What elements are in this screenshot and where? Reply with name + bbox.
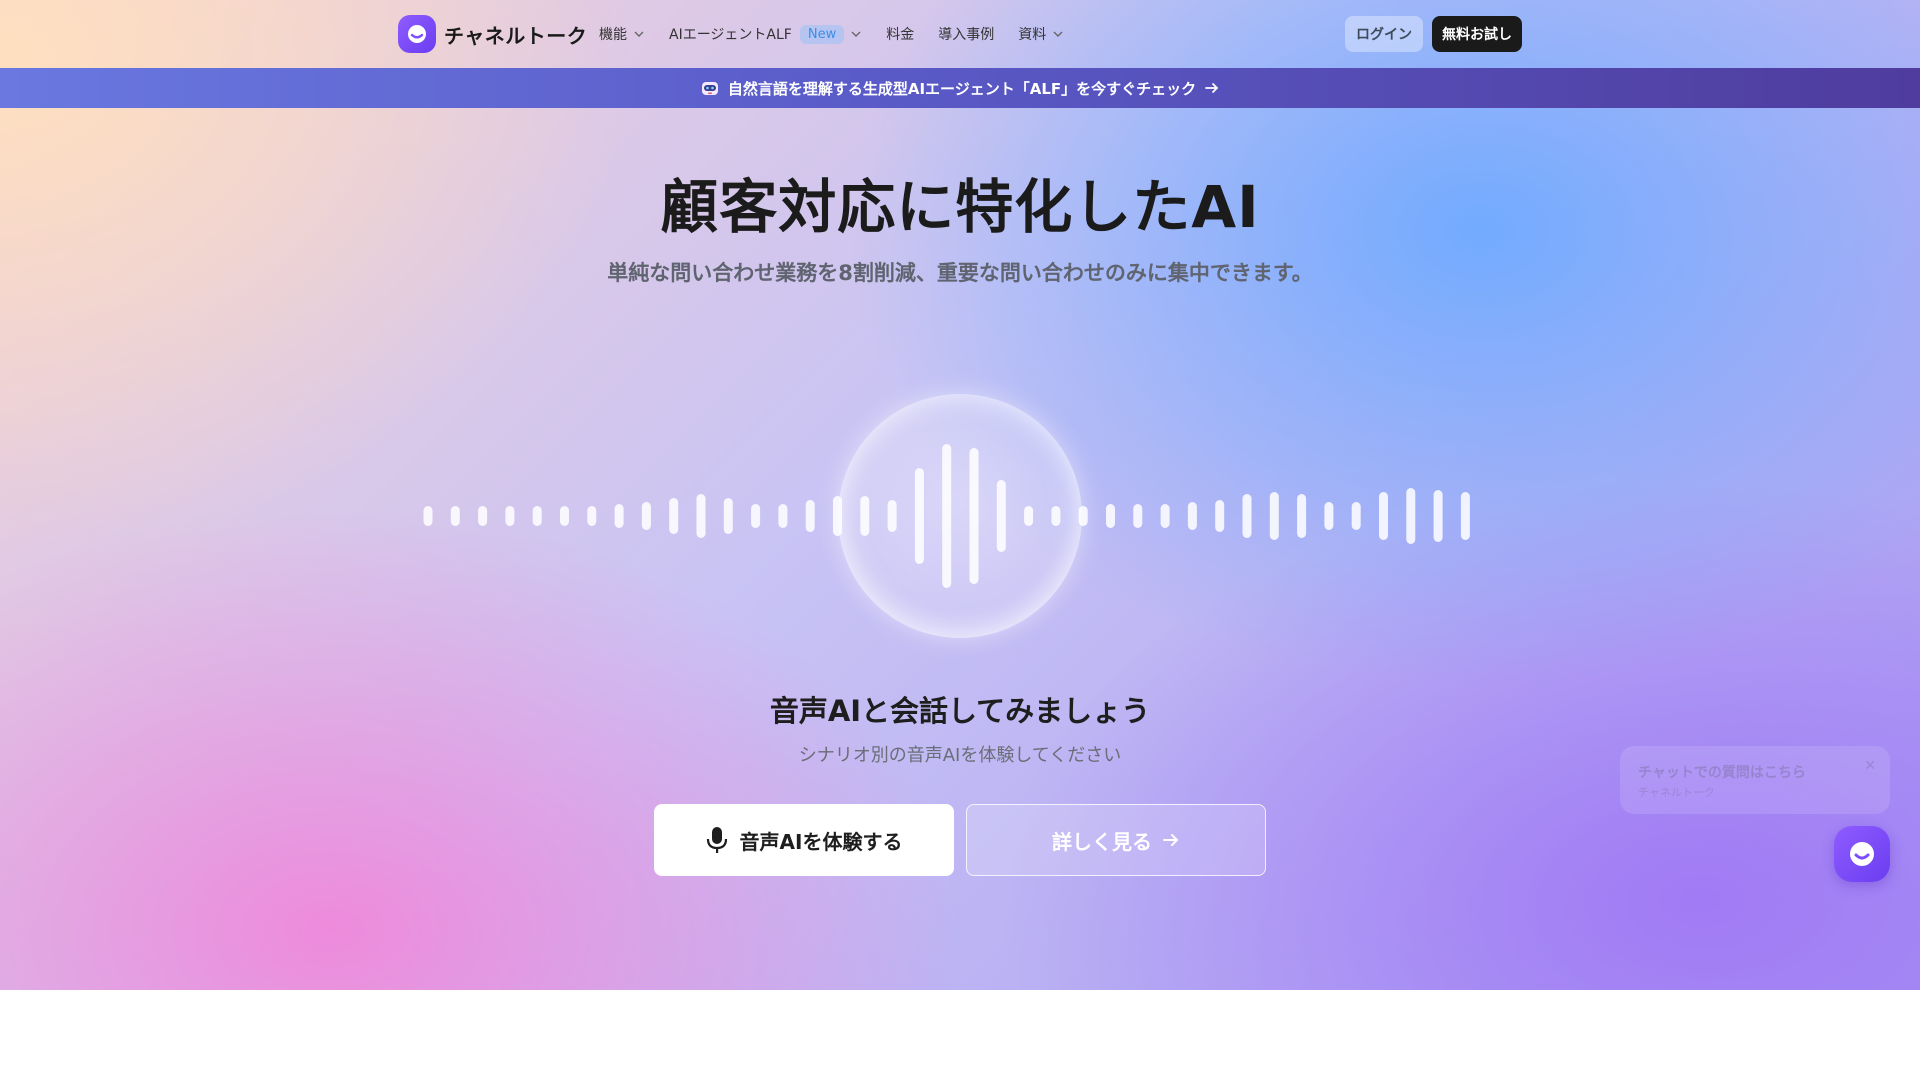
waveform-bar xyxy=(1460,492,1470,540)
waveform-bar xyxy=(1324,502,1334,530)
waveform-bar xyxy=(505,506,515,526)
try-voice-ai-button[interactable]: 音声AIを体験する xyxy=(654,804,954,876)
waveform-bar xyxy=(478,506,488,526)
chat-launcher-button[interactable] xyxy=(1834,826,1890,882)
waveform-bar xyxy=(1106,504,1115,528)
waveform-bar xyxy=(1406,488,1416,544)
waveform-bar xyxy=(942,444,952,588)
waveform-bar xyxy=(860,496,870,536)
waveform-bar xyxy=(1433,490,1443,542)
waveform-bar xyxy=(723,498,733,534)
waveform-bar xyxy=(1160,504,1170,528)
waveform-bar xyxy=(1269,492,1279,540)
waveform-bar xyxy=(969,448,979,584)
waveform-bar xyxy=(1078,506,1088,526)
waveform-bar xyxy=(614,504,624,528)
waveform-bar xyxy=(450,506,460,526)
waveform-bar xyxy=(778,504,788,528)
voice-section-title: 音声AIと会話してみましょう xyxy=(769,694,1151,728)
waveform-bar xyxy=(1379,492,1388,540)
waveform-bar xyxy=(696,494,706,538)
hero-section: チャネルトーク 機能 AIエージェントALF New 料金 導入事例 資料 ログ… xyxy=(0,0,1920,990)
waveform-bar xyxy=(1242,494,1252,538)
waveform-bar xyxy=(423,506,433,526)
waveform-bar xyxy=(833,496,842,536)
chat-popup-title: チャットでの質問はこちら xyxy=(1638,765,1806,781)
close-icon[interactable]: ✕ xyxy=(1864,758,1876,774)
waveform-bar xyxy=(587,506,597,526)
waveform-bar xyxy=(914,468,924,564)
voice-waveform xyxy=(423,444,1470,588)
learn-more-button[interactable]: 詳しく見る xyxy=(966,804,1266,876)
waveform-bar xyxy=(805,500,815,532)
waveform-bar xyxy=(996,480,1006,552)
waveform-bar xyxy=(1297,494,1307,538)
try-voice-ai-label: 音声AIを体験する xyxy=(739,829,903,854)
waveform-bar xyxy=(641,502,651,530)
waveform-bar xyxy=(1351,502,1361,530)
learn-more-label: 詳しく見る xyxy=(1052,829,1152,854)
waveform-bar xyxy=(751,504,761,528)
waveform-bar xyxy=(1215,500,1225,532)
microphone-icon xyxy=(706,827,727,853)
waveform-bar xyxy=(560,506,569,526)
chat-bubble-icon xyxy=(1850,842,1874,866)
waveform-bar xyxy=(887,500,897,532)
waveform-bar xyxy=(532,506,542,526)
waveform-bar xyxy=(1024,506,1034,526)
waveform-bar xyxy=(1187,502,1197,530)
arrow-right-icon xyxy=(1163,834,1179,846)
chat-popup[interactable]: チャットでの質問はこちら チャネルトーク ✕ xyxy=(1620,746,1890,814)
chat-popup-subtitle: チャネルトーク xyxy=(1638,786,1715,799)
waveform-bar xyxy=(669,498,679,534)
waveform-bar xyxy=(1051,506,1061,526)
waveform-bar xyxy=(1133,504,1143,528)
